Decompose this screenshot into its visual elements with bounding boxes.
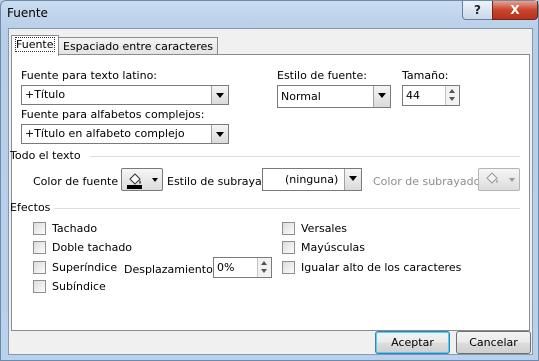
spin-up-icon[interactable] bbox=[261, 261, 267, 265]
font-size-value: 44 bbox=[406, 89, 420, 102]
superscript-checkbox[interactable] bbox=[33, 261, 46, 274]
spin-down-icon[interactable] bbox=[449, 97, 455, 101]
title-bar: Fuente ? X bbox=[1, 1, 538, 27]
chevron-down-icon[interactable] bbox=[344, 169, 361, 190]
tab-espaciado-label: Espaciado entre caracteres bbox=[63, 40, 214, 53]
strikethrough-label: Tachado bbox=[52, 222, 98, 235]
font-color-label: Color de fuente bbox=[33, 175, 119, 188]
offset-spinner[interactable]: 0% bbox=[213, 257, 272, 278]
separator bbox=[54, 208, 520, 209]
chevron-down-icon bbox=[509, 178, 515, 182]
paint-bucket-icon bbox=[486, 172, 498, 184]
superscript-label: Superíndice bbox=[52, 261, 118, 274]
latin-font-label: Fuente para texto latino: bbox=[21, 69, 158, 82]
tab-fuente-label: Fuente bbox=[15, 37, 55, 52]
chevron-down-icon[interactable] bbox=[211, 86, 228, 104]
strikethrough-checkbox[interactable] bbox=[33, 222, 46, 235]
underline-style-combo[interactable]: (ninguna) bbox=[262, 168, 362, 191]
underline-color-label: Color de subrayado bbox=[373, 175, 481, 188]
chevron-down-icon[interactable] bbox=[211, 125, 228, 143]
subscript-checkbox[interactable] bbox=[33, 280, 46, 293]
spin-down-icon[interactable] bbox=[261, 269, 267, 273]
spin-arrows[interactable] bbox=[257, 258, 271, 277]
complex-font-value: +Título en alfabeto complejo bbox=[25, 127, 185, 140]
font-style-combo[interactable]: Normal bbox=[277, 85, 391, 108]
subscript-label: Subíndice bbox=[52, 280, 106, 293]
ok-button[interactable]: Aceptar bbox=[375, 331, 450, 354]
latin-font-combo[interactable]: +Título bbox=[21, 85, 229, 105]
complex-font-combo[interactable]: +Título en alfabeto complejo bbox=[21, 124, 229, 144]
tab-panel: Fuente para texto latino: +Título Fuente… bbox=[10, 54, 530, 331]
double-strikethrough-checkbox[interactable] bbox=[33, 241, 46, 254]
all-text-heading: Todo el texto bbox=[10, 149, 81, 162]
font-size-spinner[interactable]: 44 bbox=[402, 85, 460, 106]
help-button[interactable]: ? bbox=[462, 1, 493, 20]
latin-font-value: +Título bbox=[25, 88, 66, 101]
all-caps-label: Mayúsculas bbox=[301, 241, 365, 254]
complex-font-label: Fuente para alfabetos complejos: bbox=[21, 108, 205, 121]
equalize-height-label: Igualar alto de los caracteres bbox=[301, 261, 462, 274]
offset-label: Desplazamiento: bbox=[124, 263, 217, 276]
small-caps-label: Versales bbox=[301, 222, 347, 235]
underline-color-button[interactable] bbox=[478, 168, 520, 191]
underline-style-label: Estilo de subrayado bbox=[167, 175, 276, 188]
font-style-value: Normal bbox=[281, 90, 321, 103]
font-dialog: Fuente ? X Fuente Espaciado entre caract… bbox=[0, 0, 539, 361]
offset-value: 0% bbox=[217, 261, 235, 274]
tab-fuente[interactable]: Fuente bbox=[11, 35, 59, 56]
spin-arrows[interactable] bbox=[445, 86, 459, 105]
spin-up-icon[interactable] bbox=[449, 89, 455, 93]
underline-style-value: (ninguna) bbox=[285, 173, 339, 186]
equalize-height-checkbox[interactable] bbox=[282, 261, 295, 274]
chevron-down-icon bbox=[152, 178, 158, 182]
font-style-label: Estilo de fuente: bbox=[277, 69, 367, 82]
effects-heading: Efectos bbox=[10, 201, 51, 214]
font-size-label: Tamaño: bbox=[402, 69, 449, 82]
close-button[interactable]: X bbox=[492, 1, 538, 20]
dialog-body: Fuente Espaciado entre caracteres Fuente… bbox=[8, 28, 533, 355]
cancel-button[interactable]: Cancelar bbox=[456, 331, 531, 354]
font-color-button[interactable] bbox=[121, 168, 163, 191]
all-caps-checkbox[interactable] bbox=[282, 241, 295, 254]
small-caps-checkbox[interactable] bbox=[282, 222, 295, 235]
double-strikethrough-label: Doble tachado bbox=[52, 241, 133, 254]
separator bbox=[90, 156, 520, 157]
paint-bucket-icon bbox=[127, 173, 142, 189]
dialog-title: Fuente bbox=[7, 6, 48, 20]
chevron-down-icon[interactable] bbox=[373, 86, 390, 107]
